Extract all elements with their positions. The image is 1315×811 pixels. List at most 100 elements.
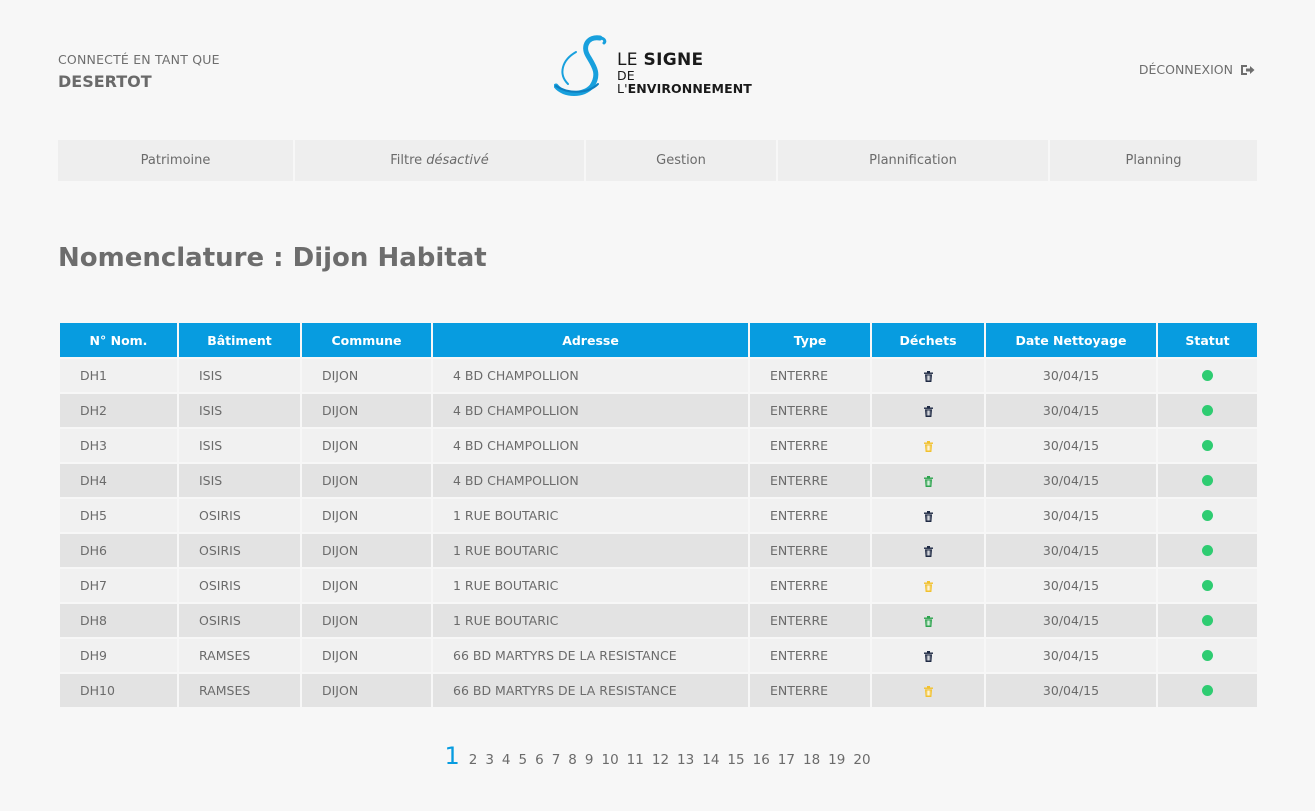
- cell-commune: DIJON: [302, 429, 431, 462]
- nav-filtre[interactable]: Filtre désactivé: [295, 140, 584, 181]
- table-row[interactable]: DH2 ISIS DIJON 4 BD CHAMPOLLION ENTERRE 30/04…: [60, 394, 1257, 427]
- user-block: CONNECTÉ EN TANT QUE DESERTOT: [58, 52, 220, 91]
- cell-type: ENTERRE: [750, 394, 870, 427]
- logo-le: LE: [617, 50, 644, 70]
- column-header[interactable]: Commune: [302, 323, 431, 357]
- logo-signe: SIGNE: [643, 50, 704, 70]
- nav-gestion-label: Gestion: [656, 153, 706, 168]
- column-header[interactable]: Date Nettoyage: [986, 323, 1156, 357]
- cell-type: ENTERRE: [750, 674, 870, 707]
- page-link[interactable]: 3: [485, 752, 494, 768]
- column-header[interactable]: Déchets: [872, 323, 984, 357]
- page-link[interactable]: 14: [702, 752, 719, 768]
- cell-adresse: 1 RUE BOUTARIC: [433, 499, 748, 532]
- cell-dechets[interactable]: [872, 359, 984, 392]
- page-link[interactable]: 20: [853, 752, 870, 768]
- status-dot-icon: [1202, 510, 1213, 521]
- page-current[interactable]: 1: [444, 742, 459, 770]
- cell-dechets[interactable]: [872, 464, 984, 497]
- table-row[interactable]: DH4 ISIS DIJON 4 BD CHAMPOLLION ENTERRE 30/04…: [60, 464, 1257, 497]
- cell-batiment: OSIRIS: [179, 499, 300, 532]
- status-dot-icon: [1202, 685, 1213, 696]
- cell-batiment: RAMSES: [179, 674, 300, 707]
- cell-type: ENTERRE: [750, 534, 870, 567]
- cell-num: DH1: [60, 359, 177, 392]
- cell-batiment: ISIS: [179, 394, 300, 427]
- page-link[interactable]: 17: [778, 752, 795, 768]
- page-link[interactable]: 9: [585, 752, 594, 768]
- cell-dechets[interactable]: [872, 394, 984, 427]
- table-row[interactable]: DH8 OSIRIS DIJON 1 RUE BOUTARIC ENTERRE 30/04…: [60, 604, 1257, 637]
- page-link[interactable]: 6: [535, 752, 544, 768]
- cell-type: ENTERRE: [750, 569, 870, 602]
- cell-adresse: 1 RUE BOUTARIC: [433, 569, 748, 602]
- table-row[interactable]: DH7 OSIRIS DIJON 1 RUE BOUTARIC ENTERRE 30/04…: [60, 569, 1257, 602]
- logout-label: DÉCONNEXION: [1138, 62, 1233, 77]
- cell-date: 30/04/15: [986, 604, 1156, 637]
- page-link[interactable]: 13: [677, 752, 694, 768]
- cell-dechets[interactable]: [872, 639, 984, 672]
- cell-type: ENTERRE: [750, 604, 870, 637]
- logo[interactable]: LE SIGNE DE L'ENVIRONNEMENT: [554, 34, 764, 98]
- table-row[interactable]: DH6 OSIRIS DIJON 1 RUE BOUTARIC ENTERRE 30/04…: [60, 534, 1257, 567]
- cell-dechets[interactable]: [872, 499, 984, 532]
- column-header[interactable]: Statut: [1158, 323, 1257, 357]
- logout-button[interactable]: DÉCONNEXION: [1139, 62, 1255, 77]
- cell-dechets[interactable]: [872, 534, 984, 567]
- page-link[interactable]: 2: [469, 752, 478, 768]
- page-link[interactable]: 19: [828, 752, 845, 768]
- status-dot-icon: [1202, 440, 1213, 451]
- cell-statut: [1158, 429, 1257, 462]
- cell-batiment: OSIRIS: [179, 569, 300, 602]
- column-header[interactable]: Bâtiment: [179, 323, 300, 357]
- page-link[interactable]: 7: [552, 752, 561, 768]
- page-link[interactable]: 10: [601, 752, 618, 768]
- cell-date: 30/04/15: [986, 464, 1156, 497]
- cell-dechets[interactable]: [872, 604, 984, 637]
- page-link[interactable]: 8: [568, 752, 577, 768]
- page-link[interactable]: 12: [652, 752, 669, 768]
- status-dot-icon: [1202, 405, 1213, 416]
- trash-icon: [923, 511, 933, 522]
- cell-commune: DIJON: [302, 499, 431, 532]
- cell-batiment: ISIS: [179, 359, 300, 392]
- cell-statut: [1158, 639, 1257, 672]
- table-row[interactable]: DH3 ISIS DIJON 4 BD CHAMPOLLION ENTERRE 30/04…: [60, 429, 1257, 462]
- page-link[interactable]: 4: [502, 752, 511, 768]
- cell-num: DH4: [60, 464, 177, 497]
- cell-date: 30/04/15: [986, 674, 1156, 707]
- cell-batiment: ISIS: [179, 429, 300, 462]
- page-link[interactable]: 18: [803, 752, 820, 768]
- table-row[interactable]: DH1 ISIS DIJON 4 BD CHAMPOLLION ENTERRE 30/04…: [60, 359, 1257, 392]
- cell-dechets[interactable]: [872, 569, 984, 602]
- logo-text: LE SIGNE DE L'ENVIRONNEMENT: [617, 52, 764, 95]
- nav-gestion[interactable]: Gestion: [586, 140, 776, 181]
- table-row[interactable]: DH9 RAMSES DIJON 66 BD MARTYRS DE LA RESIST…: [60, 639, 1257, 672]
- page-link[interactable]: 11: [627, 752, 644, 768]
- cell-dechets[interactable]: [872, 429, 984, 462]
- cell-dechets[interactable]: [872, 674, 984, 707]
- column-header[interactable]: Type: [750, 323, 870, 357]
- column-header[interactable]: N° Nom.: [60, 323, 177, 357]
- column-header[interactable]: Adresse: [433, 323, 748, 357]
- sign-out-icon: [1241, 64, 1255, 75]
- nav-patrimoine[interactable]: Patrimoine: [58, 140, 293, 181]
- cell-adresse: 66 BD MARTYRS DE LA RESISTANCE: [433, 674, 748, 707]
- table-row[interactable]: DH10 RAMSES DIJON 66 BD MARTYRS DE LA RESIS…: [60, 674, 1257, 707]
- cell-batiment: ISIS: [179, 464, 300, 497]
- page-title: Nomenclature : Dijon Habitat: [58, 243, 487, 273]
- cell-adresse: 4 BD CHAMPOLLION: [433, 394, 748, 427]
- page-link[interactable]: 5: [519, 752, 528, 768]
- nav-plannification[interactable]: Plannification: [778, 140, 1048, 181]
- cell-date: 30/04/15: [986, 569, 1156, 602]
- cell-commune: DIJON: [302, 394, 431, 427]
- cell-date: 30/04/15: [986, 394, 1156, 427]
- page-link[interactable]: 15: [727, 752, 744, 768]
- cell-batiment: OSIRIS: [179, 534, 300, 567]
- table-row[interactable]: DH5 OSIRIS DIJON 1 RUE BOUTARIC ENTERRE 30/04…: [60, 499, 1257, 532]
- nav-planning[interactable]: Planning: [1050, 140, 1257, 181]
- cell-type: ENTERRE: [750, 359, 870, 392]
- status-dot-icon: [1202, 370, 1213, 381]
- page-link[interactable]: 16: [753, 752, 770, 768]
- nav-patrimoine-label: Patrimoine: [140, 153, 211, 168]
